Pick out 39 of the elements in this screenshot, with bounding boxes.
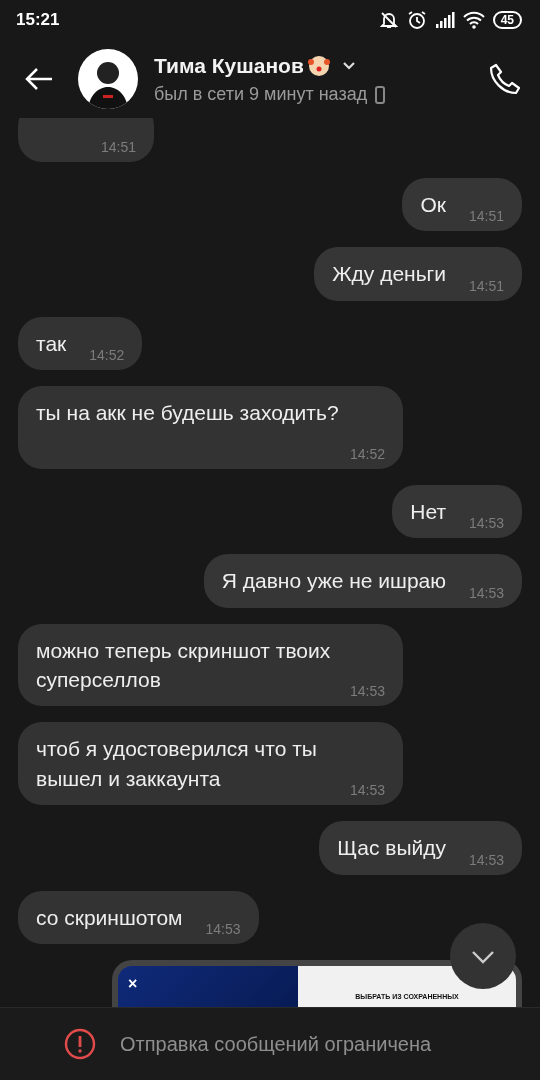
message-text: можно теперь скриншот твоих суперселлов [36,638,331,692]
contact-name[interactable]: Тима Кушанов [154,49,304,82]
message-time: 14:51 [468,209,504,224]
phone-device-icon [375,85,386,104]
message-time: 14:53 [349,684,385,699]
message-time: 14:51 [100,139,136,154]
message-text: Я давно уже не ишраю [221,569,446,593]
message-time: 14:53 [205,922,241,936]
message-text: чтоб я удостоверился что ты вышел и заккаунта [36,737,317,790]
last-seen-status: был в сети 9 минут назад [154,83,368,107]
message-time: 14:53 [349,783,385,798]
status-time: 15:21 [16,9,60,32]
message-time: 14:53 [468,852,504,867]
message-text: ты на акк не будешь заходить? [36,401,339,425]
back-arrow-icon[interactable] [24,67,54,91]
alarm-icon [406,10,427,30]
chevron-down-icon[interactable] [341,60,356,71]
message-time: 14:53 [468,516,504,531]
message-text: Жду деньги [332,262,446,286]
message-text: так [36,331,67,355]
warning-icon [64,1028,96,1060]
message-time: 14:52 [89,348,125,363]
message-text: Ок [420,192,446,216]
restriction-notice: Отправка сообщений ограничена [120,1032,432,1057]
close-icon: × [128,975,138,992]
message-text: Нет [410,499,446,523]
message-time: 14:52 [349,446,385,461]
wifi-icon [462,11,485,29]
chevron-down-icon [470,948,496,965]
signal-icon [434,11,455,29]
battery-level: 45 [492,11,522,29]
muted-bell-icon [378,10,399,30]
message-time: 14:53 [468,585,504,600]
avatar[interactable] [78,49,138,109]
call-icon[interactable] [488,62,522,96]
message-text: со скриншотом [36,905,183,929]
message-time: 14:51 [468,278,504,293]
message-text: Щас выйду [337,836,446,860]
emoji-icon [307,54,330,77]
